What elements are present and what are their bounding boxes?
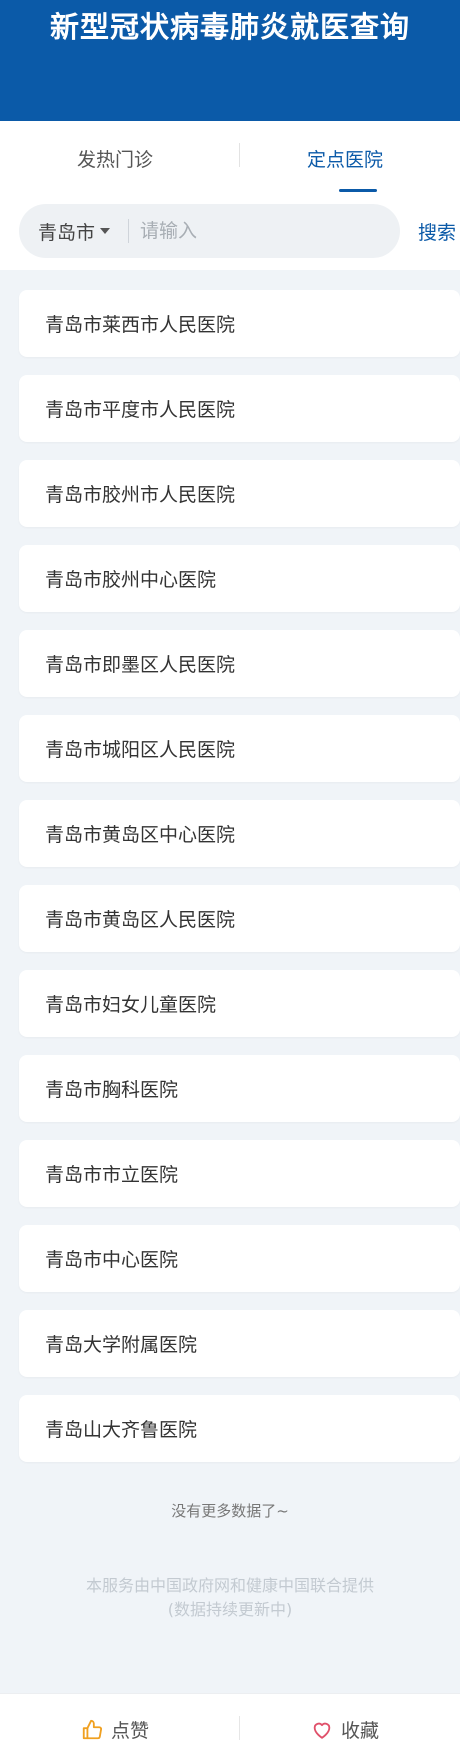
caret-down-icon: [100, 228, 111, 234]
hospital-name: 青岛山大齐鲁医院: [45, 1419, 198, 1441]
active-tab-indicator: [339, 189, 377, 192]
hospital-card[interactable]: 青岛市平度市人民医院: [19, 375, 460, 442]
page-header: 新型冠状病毒肺炎就医查询: [0, 0, 460, 121]
hospital-name: 青岛大学附属医院: [45, 1334, 198, 1356]
hospital-name: 青岛市中心医院: [45, 1249, 179, 1271]
search-input[interactable]: [140, 213, 380, 249]
footer-note-line2: (数据持续更新中): [167, 1600, 293, 1619]
hospital-name: 青岛市市立医院: [45, 1164, 179, 1186]
hospital-card[interactable]: 青岛市黄岛区人民医院: [19, 885, 460, 952]
footer-note-line1: 本服务由中国政府网和健康中国联合提供: [85, 1576, 374, 1595]
list-end-text: 没有更多数据了~: [171, 1502, 289, 1520]
page-title: 新型冠状病毒肺炎就医查询: [49, 10, 410, 44]
hospital-name: 青岛市即墨区人民医院: [45, 654, 236, 676]
city-selector[interactable]: 青岛市: [38, 204, 111, 258]
search-area: 青岛市 搜索: [0, 196, 460, 270]
hospital-card[interactable]: 青岛市胶州市人民医院: [19, 460, 460, 527]
thumbs-up-icon: [82, 1719, 102, 1739]
hospital-card[interactable]: 青岛市胶州中心医院: [19, 545, 460, 612]
like-label: 点赞: [110, 1720, 149, 1742]
tab-fever-clinic[interactable]: 发热门诊: [0, 121, 230, 196]
hospital-card[interactable]: 青岛市即墨区人民医院: [19, 630, 460, 697]
hospital-card[interactable]: 青岛山大齐鲁医院: [19, 1395, 460, 1462]
footer-note: 本服务由中国政府网和健康中国联合提供 (数据持续更新中): [0, 1574, 460, 1622]
hospital-name: 青岛市莱西市人民医院: [45, 314, 236, 336]
search-divider: [128, 219, 129, 243]
hospital-name: 青岛市胸科医院: [45, 1079, 179, 1101]
hospital-card[interactable]: 青岛市市立医院: [19, 1140, 460, 1207]
hospital-name: 青岛市胶州市人民医院: [45, 484, 236, 506]
bottom-bar: 点赞 收藏: [0, 1693, 460, 1764]
favorite-label: 收藏: [340, 1720, 379, 1742]
tab-divider: [239, 143, 240, 167]
hospital-card[interactable]: 青岛市城阳区人民医院: [19, 715, 460, 782]
hospital-card[interactable]: 青岛市莱西市人民医院: [19, 290, 460, 357]
tab-bar: 发热门诊 定点医院: [0, 121, 460, 196]
heart-icon: [313, 1722, 331, 1739]
hospital-name: 青岛市妇女儿童医院: [45, 994, 217, 1016]
search-button[interactable]: 搜索: [418, 204, 456, 258]
like-button[interactable]: 点赞: [0, 1694, 230, 1764]
hospital-card[interactable]: 青岛市胸科医院: [19, 1055, 460, 1122]
hospital-card[interactable]: 青岛市中心医院: [19, 1225, 460, 1292]
city-label: 青岛市: [38, 221, 96, 244]
hospital-name: 青岛市黄岛区中心医院: [45, 824, 236, 846]
hospital-name: 青岛市胶州中心医院: [45, 569, 217, 591]
tab-designated-hospital[interactable]: 定点医院: [230, 121, 460, 196]
hospital-name: 青岛市城阳区人民医院: [45, 739, 236, 761]
hospital-name: 青岛市黄岛区人民医院: [45, 909, 236, 931]
hospital-card[interactable]: 青岛市妇女儿童医院: [19, 970, 460, 1037]
favorite-button[interactable]: 收藏: [230, 1694, 460, 1764]
hospital-name: 青岛市平度市人民医院: [45, 399, 236, 421]
search-box: 青岛市: [19, 204, 400, 258]
hospital-card[interactable]: 青岛大学附属医院: [19, 1310, 460, 1377]
hospital-card[interactable]: 青岛市黄岛区中心医院: [19, 800, 460, 867]
